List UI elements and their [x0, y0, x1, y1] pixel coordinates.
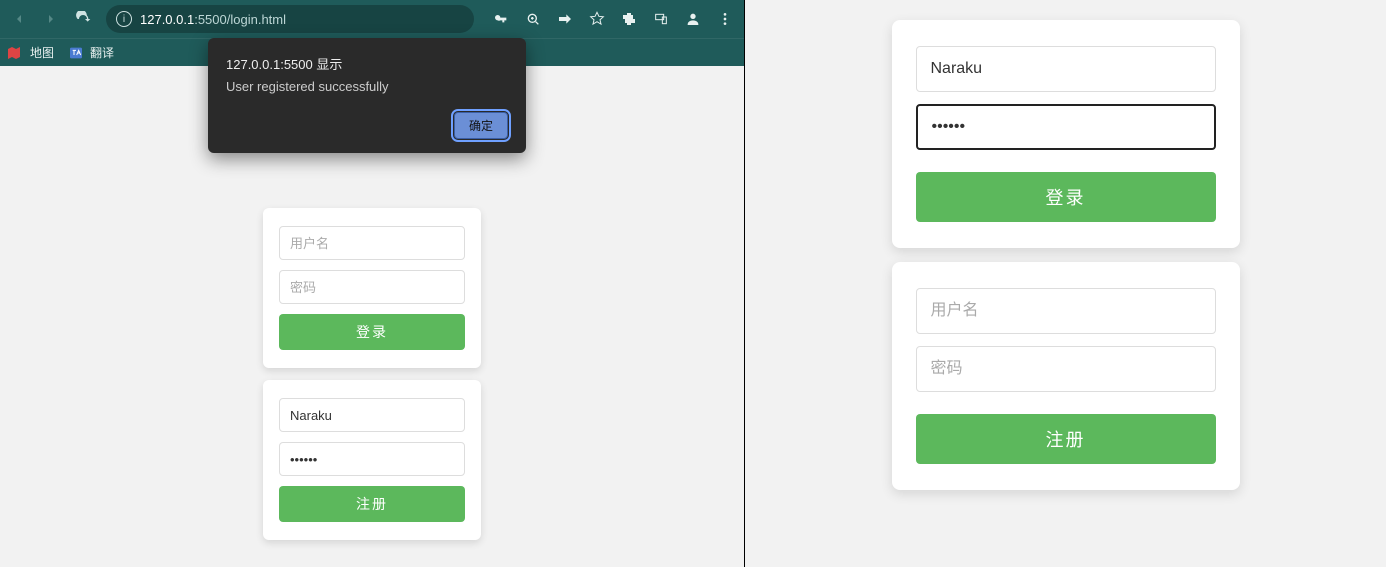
login-username-input[interactable] [279, 226, 465, 260]
map-icon [8, 45, 24, 61]
login-password-input[interactable] [279, 270, 465, 304]
bookmark-item-translate[interactable]: 翻译 [68, 44, 114, 61]
right-register-card: 注册 [892, 262, 1240, 490]
alert-dialog: 127.0.0.1:5500 显示 User registered succes… [208, 38, 526, 153]
profile-icon[interactable] [680, 6, 706, 32]
bookmark-item-label: 翻译 [90, 44, 114, 61]
right-login-password-input[interactable] [916, 104, 1216, 150]
site-info-icon[interactable]: i [116, 11, 132, 27]
reload-button[interactable] [70, 6, 96, 32]
devices-icon[interactable] [648, 6, 674, 32]
alert-message: User registered successfully [226, 79, 508, 94]
register-card: 注册 [263, 380, 481, 540]
url-host: 127.0.0.1 [140, 12, 194, 27]
url-field[interactable]: i 127.0.0.1:5500/login.html [106, 5, 474, 33]
bookmark-item-maps[interactable]: 地图 [8, 44, 54, 61]
right-login-button[interactable]: 登录 [916, 172, 1216, 222]
url-path: :5500/login.html [194, 12, 286, 27]
right-login-username-input[interactable] [916, 46, 1216, 92]
bookmark-star-icon[interactable] [584, 6, 610, 32]
share-icon[interactable] [552, 6, 578, 32]
zoom-icon[interactable] [520, 6, 546, 32]
menu-dots-icon[interactable] [712, 6, 738, 32]
key-icon[interactable] [488, 6, 514, 32]
alert-ok-button[interactable]: 确定 [454, 112, 508, 139]
right-register-button[interactable]: 注册 [916, 414, 1216, 464]
browser-address-bar: i 127.0.0.1:5500/login.html [0, 0, 744, 38]
register-username-input[interactable] [279, 398, 465, 432]
register-password-input[interactable] [279, 442, 465, 476]
right-register-password-input[interactable] [916, 346, 1216, 392]
right-register-username-input[interactable] [916, 288, 1216, 334]
login-card: 登录 [263, 208, 481, 368]
toolbar-icons [488, 6, 738, 32]
login-button[interactable]: 登录 [279, 314, 465, 350]
forward-button[interactable] [38, 6, 64, 32]
left-browser-pane: i 127.0.0.1:5500/login.html 地图 翻译 [0, 0, 744, 567]
bookmark-item-label: 地图 [30, 44, 54, 61]
back-button[interactable] [6, 6, 32, 32]
right-login-card: 登录 [892, 20, 1240, 248]
alert-title: 127.0.0.1:5500 显示 [226, 54, 508, 73]
register-button[interactable]: 注册 [279, 486, 465, 522]
extensions-icon[interactable] [616, 6, 642, 32]
translate-icon [68, 45, 84, 61]
right-preview-pane: 登录 注册 [744, 0, 1386, 567]
